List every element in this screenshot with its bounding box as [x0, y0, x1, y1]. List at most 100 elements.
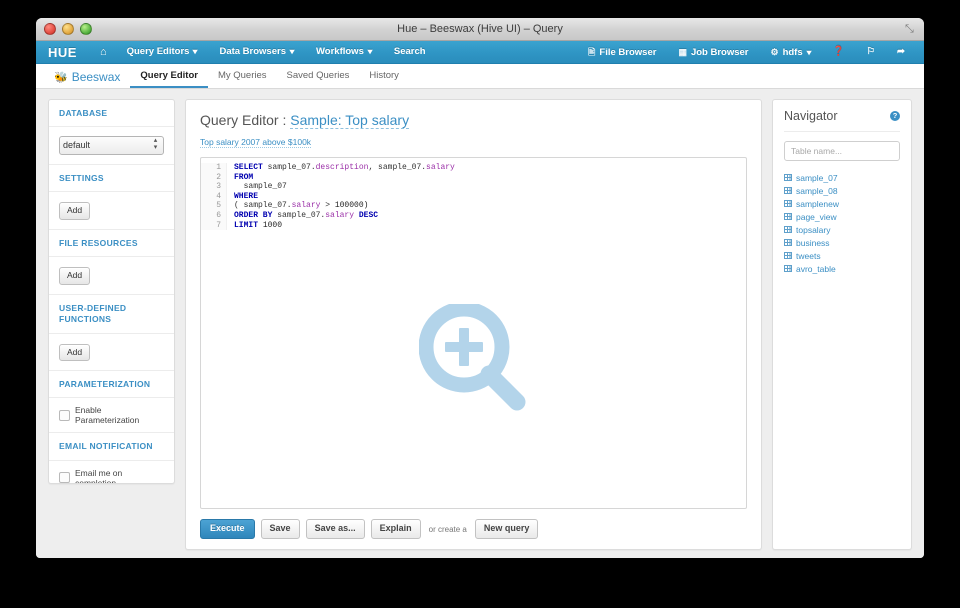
settings-sidebar: DATABASE default ▴ ▾ SETTINGS Add FILE RE…	[48, 99, 175, 484]
window-controls[interactable]	[44, 23, 92, 35]
execute-button[interactable]: Execute	[200, 519, 255, 539]
table-icon	[784, 187, 792, 194]
table-list-item[interactable]: topsalary	[784, 223, 900, 236]
nav-logout-icon[interactable]: ➦	[886, 41, 916, 63]
sql-token: FROM	[234, 172, 254, 182]
file-resources-section-body: Add	[49, 257, 174, 295]
tab-history[interactable]: History	[359, 70, 409, 88]
table-list-item[interactable]: samplenew	[784, 197, 900, 210]
sql-code[interactable]: SELECT sample_07.description, sample_07.…	[227, 163, 455, 230]
enable-parameterization-row[interactable]: Enable Parameterization	[59, 405, 164, 425]
sql-token: description	[315, 163, 369, 172]
table-icon	[784, 239, 792, 246]
sql-token: salary	[291, 201, 321, 211]
nav-flag-icon[interactable]: ⚐	[856, 41, 887, 63]
enable-parameterization-checkbox[interactable]	[59, 409, 70, 421]
line-number: 2	[216, 172, 221, 182]
table-list-item[interactable]: page_view	[784, 210, 900, 223]
sidebar-heading-settings: SETTINGS	[49, 165, 174, 193]
nav-data-browsers[interactable]: Data Browsers ▾	[208, 41, 305, 63]
table-name-label: page_view	[796, 211, 837, 222]
database-select-wrap[interactable]: default ▴ ▾	[59, 135, 164, 155]
save-as-button[interactable]: Save as...	[305, 519, 365, 539]
table-list: sample_07 sample_08 samplenew page_view tops…	[784, 171, 900, 275]
email-on-completion-label: Email me on completion.	[75, 467, 123, 484]
table-icon	[784, 226, 792, 233]
sql-token: sample_07	[234, 182, 287, 192]
table-list-item[interactable]: sample_08	[784, 184, 900, 197]
nav-user-menu[interactable]: ⚙ hdfs ▾	[760, 41, 822, 64]
table-list-item[interactable]: sample_07	[784, 171, 900, 184]
sql-editor[interactable]: 1234567 SELECT sample_07.description, sa…	[200, 157, 747, 509]
navigator-panel: Navigator ? sample_07 sample_08 samplenew p…	[772, 99, 912, 550]
table-name-label: tweets	[796, 250, 821, 261]
sql-token: SELECT	[234, 163, 263, 172]
close-window-button[interactable]	[44, 23, 56, 35]
sql-line: ORDER BY sample_07.salary DESC	[234, 211, 455, 221]
sql-line: LIMIT 1000	[234, 221, 455, 231]
add-file-resource-button[interactable]: Add	[59, 267, 91, 285]
app-window: Hue – Beeswax (Hive UI) – Query ⤡ HUE ⌂ …	[36, 18, 924, 558]
nav-job-browser[interactable]: ▦ Job Browser	[667, 41, 759, 64]
line-number: 3	[216, 182, 221, 192]
sql-editor-inner: 1234567 SELECT sample_07.description, sa…	[201, 158, 746, 231]
parameterization-section-body: Enable Parameterization	[49, 398, 174, 434]
table-list-item[interactable]: business	[784, 236, 900, 249]
nav-search[interactable]: Search	[383, 41, 437, 63]
sql-token: ( sample_07.	[234, 201, 292, 211]
add-setting-button[interactable]: Add	[59, 202, 91, 220]
table-name-search-input[interactable]	[784, 141, 900, 161]
nav-home-icon[interactable]: ⌂	[91, 41, 116, 63]
sql-token: salary	[325, 210, 355, 220]
app-brand[interactable]: 🐝 Beeswax	[54, 70, 130, 88]
table-icon	[784, 265, 792, 272]
tab-my-queries-label: My Queries	[217, 70, 267, 81]
maximize-window-button[interactable]	[80, 23, 92, 35]
table-name-label: sample_08	[796, 185, 838, 196]
explain-button[interactable]: Explain	[370, 519, 421, 539]
nav-search-label: Search	[393, 46, 426, 57]
nav-file-browser[interactable]: 🖹 File Browser	[577, 41, 667, 64]
grid-icon: ▦	[678, 46, 687, 57]
table-icon	[784, 174, 792, 181]
sql-line: SELECT sample_07.description, sample_07.…	[234, 163, 455, 173]
nav-job-browser-label: Job Browser	[690, 46, 749, 58]
email-on-completion-row[interactable]: Email me on completion.	[59, 467, 164, 484]
nav-user-label: hdfs	[782, 46, 803, 58]
table-list-item[interactable]: avro_table	[784, 262, 900, 275]
app-brand-label: Beeswax	[71, 70, 121, 84]
chevron-down-icon: ▾	[289, 47, 295, 56]
query-description[interactable]: Top salary 2007 above $100k	[200, 137, 312, 148]
save-button[interactable]: Save	[260, 519, 300, 539]
table-icon	[784, 213, 792, 220]
table-icon	[784, 200, 792, 207]
nav-help-icon[interactable]: ❓	[822, 41, 856, 63]
nav-workflows[interactable]: Workflows ▾	[305, 41, 383, 63]
minimize-window-button[interactable]	[62, 23, 74, 35]
navbar-right-group: 🖹 File Browser ▦ Job Browser ⚙ hdfs ▾ ❓ ⚐ ➦	[577, 41, 916, 64]
sql-token: WHERE	[234, 191, 259, 201]
email-on-completion-checkbox[interactable]	[59, 472, 70, 483]
sql-token: salary	[426, 163, 455, 172]
nav-workflows-label: Workflows	[316, 46, 364, 57]
tab-my-queries[interactable]: My Queries	[208, 70, 277, 88]
database-select[interactable]: default	[59, 135, 164, 155]
question-circle-icon[interactable]: ?	[890, 111, 900, 121]
line-number: 4	[216, 191, 221, 201]
navigator-header: Navigator ?	[784, 109, 900, 132]
query-name-link[interactable]: Sample: Top salary	[290, 112, 410, 129]
settings-section-body: Add	[49, 192, 174, 230]
line-number: 1	[216, 163, 221, 172]
add-udf-button[interactable]: Add	[59, 343, 91, 361]
nav-query-editors[interactable]: Query Editors ▾	[116, 41, 209, 63]
resize-icon[interactable]: ⤡	[905, 23, 917, 35]
hue-logo[interactable]: HUE	[48, 45, 77, 60]
new-query-button[interactable]: New query	[474, 519, 539, 539]
sql-line: sample_07	[234, 182, 455, 192]
top-navbar: HUE ⌂ Query Editors ▾ Data Browsers ▾ Work…	[36, 41, 924, 64]
document-icon: 🖹	[588, 46, 596, 57]
sidebar-heading-database: DATABASE	[49, 100, 174, 128]
tab-query-editor[interactable]: Query Editor	[130, 70, 208, 88]
tab-saved-queries[interactable]: Saved Queries	[277, 70, 360, 88]
table-list-item[interactable]: tweets	[784, 249, 900, 262]
